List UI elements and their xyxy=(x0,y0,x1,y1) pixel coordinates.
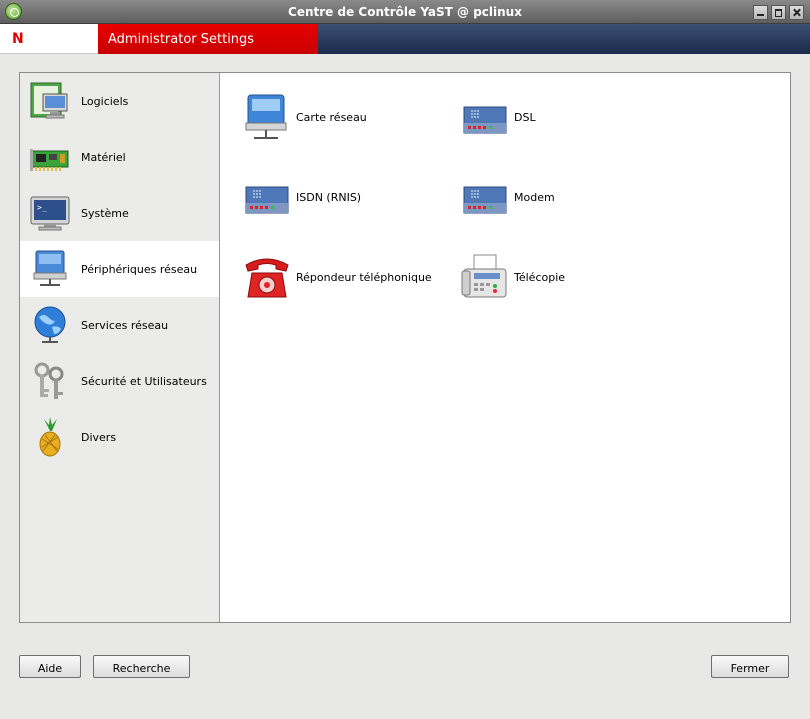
module-label: DSL xyxy=(514,111,536,124)
banner-title-area: Administrator Settings xyxy=(98,24,318,54)
category-sidebar: Logiciels Matériel >_ Système Périphériq… xyxy=(20,73,220,622)
sidebar-item-label: Sécurité et Utilisateurs xyxy=(81,375,207,388)
sidebar-item-label: Services réseau xyxy=(81,319,169,332)
keys-icon xyxy=(34,362,64,399)
sidebar-item-systeme[interactable]: >_ Système xyxy=(20,185,219,241)
logo-letter: N xyxy=(12,31,24,47)
module-isdn[interactable]: ISDN (RNIS) xyxy=(242,173,402,223)
hardware-card-icon xyxy=(30,149,69,171)
banner-fill xyxy=(318,24,810,54)
sidebar-item-divers[interactable]: Divers xyxy=(20,409,219,465)
search-button[interactable]: Recherche xyxy=(93,655,190,678)
module-label: Répondeur téléphonique xyxy=(296,271,432,284)
sidebar-item-label: Logiciels xyxy=(81,95,129,108)
sidebar-item-label: Système xyxy=(81,207,129,220)
pineapple-icon xyxy=(39,417,61,457)
network-device-icon xyxy=(33,250,67,286)
modem-icon xyxy=(245,186,289,214)
svg-text:>_: >_ xyxy=(37,203,47,212)
network-card-icon xyxy=(245,94,287,139)
module-label: Carte réseau xyxy=(296,111,367,124)
module-label: ISDN (RNIS) xyxy=(296,191,362,204)
title-bar[interactable]: Centre de Contrôle YaST @ pclinux xyxy=(0,0,810,24)
module-dsl[interactable]: DSL xyxy=(460,93,600,143)
help-button[interactable]: Aide xyxy=(19,655,81,678)
close-button[interactable]: Fermer xyxy=(711,655,789,678)
sidebar-item-services-reseau[interactable]: Services réseau xyxy=(20,297,219,353)
module-label: Télécopie xyxy=(514,271,566,284)
sidebar-item-label: Périphériques réseau xyxy=(81,263,198,276)
sidebar-item-securite-utilisateurs[interactable]: Sécurité et Utilisateurs xyxy=(20,353,219,409)
module-modem[interactable]: Modem xyxy=(460,173,600,223)
maximize-button[interactable] xyxy=(771,5,786,20)
globe-icon xyxy=(34,306,66,343)
software-icon xyxy=(30,82,68,119)
banner: N Administrator Settings xyxy=(0,24,810,54)
modem-icon xyxy=(463,106,507,134)
fax-icon xyxy=(461,254,507,298)
telephone-icon xyxy=(245,258,289,298)
system-monitor-icon: >_ xyxy=(30,196,70,231)
modem-icon xyxy=(463,186,507,214)
close-window-button[interactable] xyxy=(789,5,804,20)
sidebar-item-materiel[interactable]: Matériel xyxy=(20,129,219,185)
banner-title: Administrator Settings xyxy=(108,32,255,47)
module-label: Modem xyxy=(514,191,555,204)
module-grid: Carte réseau DSL ISDN (RNIS) Modem Répon… xyxy=(220,73,790,622)
sidebar-item-peripheriques-reseau[interactable]: Périphériques réseau xyxy=(20,241,219,297)
sidebar-item-label: Matériel xyxy=(81,151,126,164)
module-carte-reseau[interactable]: Carte réseau xyxy=(242,93,402,143)
window-title: Centre de Contrôle YaST @ pclinux xyxy=(288,5,522,19)
main-panel: Logiciels Matériel >_ Système Périphériq… xyxy=(19,72,791,623)
module-repondeur-telephonique[interactable]: Répondeur téléphonique xyxy=(242,253,442,303)
module-telecopie[interactable]: Télécopie xyxy=(460,253,600,303)
minimize-button[interactable] xyxy=(753,5,768,20)
sidebar-item-label: Divers xyxy=(81,431,117,444)
sidebar-item-logiciels[interactable]: Logiciels xyxy=(20,73,219,129)
novell-logo: N xyxy=(0,24,98,54)
